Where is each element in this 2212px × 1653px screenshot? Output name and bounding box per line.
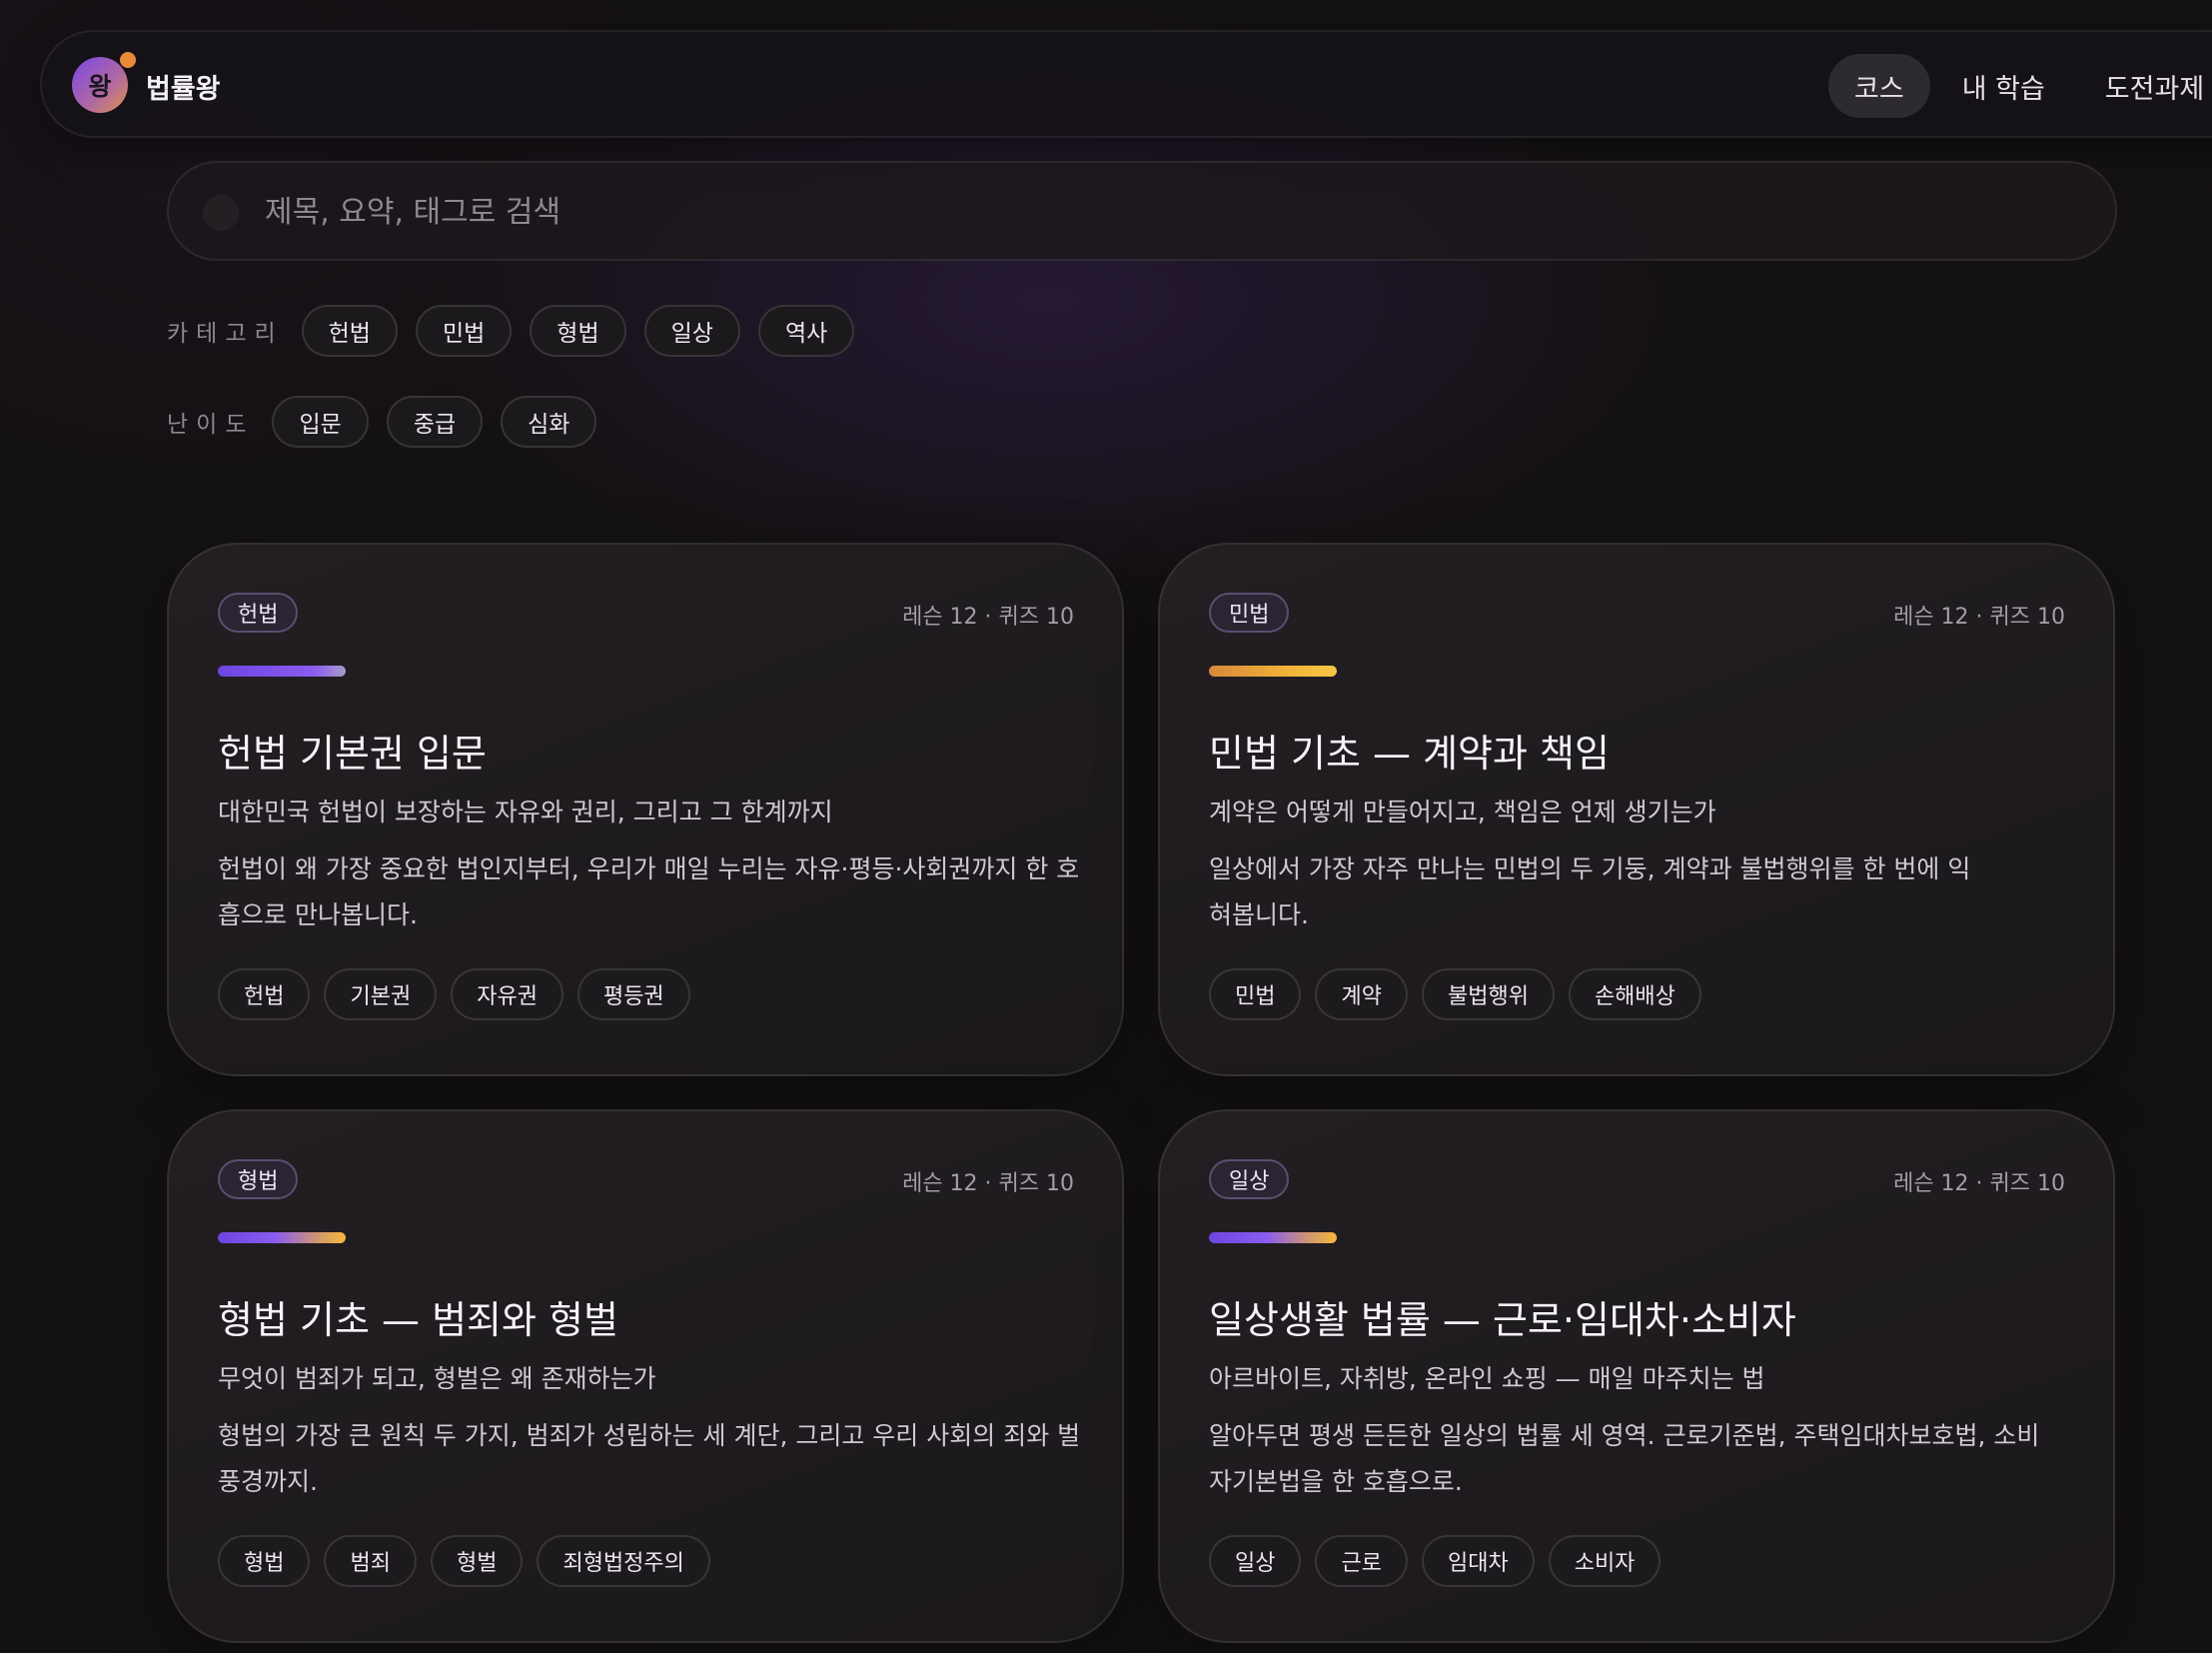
course-category-badge: 일상 xyxy=(1209,1159,1290,1199)
course-tag[interactable]: 계약 xyxy=(1315,968,1408,1020)
course-category-badge: 민법 xyxy=(1209,593,1290,633)
course-meta: 레슨 12 · 퀴즈 10 xyxy=(902,1171,1074,1196)
difficulty-chip[interactable]: 심화 xyxy=(501,396,597,448)
course-card-civil-law[interactable]: 민법 레슨 12 · 퀴즈 10 민법 기초 — 계약과 책임 계약은 어떻게 … xyxy=(1158,543,2115,1076)
course-tag[interactable]: 임대차 xyxy=(1421,1535,1535,1587)
course-tag[interactable]: 범죄 xyxy=(324,1535,417,1587)
category-filter-row: 카테고리 헌법 민법 형법 일상 역사 xyxy=(167,305,872,357)
course-meta: 레슨 12 · 퀴즈 10 xyxy=(902,605,1074,630)
course-accent-bar xyxy=(1209,1232,1337,1243)
course-category-badge: 형법 xyxy=(218,1159,299,1199)
brand-name[interactable]: 법률왕 xyxy=(146,67,221,106)
difficulty-chip[interactable]: 중급 xyxy=(386,396,484,448)
course-accent-bar xyxy=(218,1232,346,1243)
course-subtitle: 아르바이트, 자취방, 온라인 쇼핑 — 매일 마주치는 법 xyxy=(1209,1364,1765,1393)
category-chip[interactable]: 역사 xyxy=(757,305,855,357)
course-meta: 레슨 12 · 퀴즈 10 xyxy=(1893,605,2065,630)
main-nav: 코스 내 학습 도전과제 xyxy=(1828,54,2212,118)
course-title: 일상생활 법률 — 근로·임대차·소비자 xyxy=(1209,1298,1796,1342)
category-chip[interactable]: 형법 xyxy=(530,305,626,357)
top-navigation-bar: 왕 법률왕 코스 내 학습 도전과제 xyxy=(40,30,2212,138)
course-tag[interactable]: 평등권 xyxy=(576,968,690,1020)
course-card-criminal-law[interactable]: 형법 레슨 12 · 퀴즈 10 형법 기초 — 범죄와 형벌 무엇이 범죄가 … xyxy=(167,1109,1124,1643)
category-chip[interactable]: 민법 xyxy=(415,305,513,357)
logo-char: 왕 xyxy=(88,72,112,101)
nav-item-my-learning[interactable]: 내 학습 xyxy=(1936,54,2071,118)
category-chip[interactable]: 헌법 xyxy=(301,305,398,357)
search-bar xyxy=(167,161,2117,261)
course-tag[interactable]: 형법 xyxy=(218,1535,311,1587)
course-description: 형법의 가장 큰 원칙 두 가지, 범죄가 성립하는 세 계단, 그리고 우리 … xyxy=(218,1421,1081,1496)
course-tag[interactable]: 헌법 xyxy=(218,968,311,1020)
course-tags: 일상 근로 임대차 소비자 xyxy=(1209,1535,1674,1587)
course-tag[interactable]: 근로 xyxy=(1315,1535,1408,1587)
category-chip[interactable]: 일상 xyxy=(643,305,740,357)
nav-item-courses[interactable]: 코스 xyxy=(1828,54,1930,118)
search-input[interactable] xyxy=(265,185,2063,239)
course-tags: 헌법 기본권 자유권 평등권 xyxy=(218,968,704,1020)
course-tag[interactable]: 손해배상 xyxy=(1568,968,1701,1020)
course-tag[interactable]: 민법 xyxy=(1209,968,1302,1020)
logo[interactable]: 왕 xyxy=(72,57,128,113)
category-filter-label: 카테고리 xyxy=(167,321,284,347)
course-tag[interactable]: 죄형법정주의 xyxy=(537,1535,710,1587)
course-tag[interactable]: 형벌 xyxy=(430,1535,524,1587)
course-tag[interactable]: 소비자 xyxy=(1548,1535,1661,1587)
course-description: 일상에서 가장 자주 만나는 민법의 두 기둥, 계약과 불법행위를 한 번에 … xyxy=(1209,854,1971,929)
course-subtitle: 대한민국 헌법이 보장하는 자유와 권리, 그리고 그 한계까지 xyxy=(218,798,833,826)
course-title: 민법 기초 — 계약과 책임 xyxy=(1209,732,1610,776)
course-title: 형법 기초 — 범죄와 형벌 xyxy=(218,1298,618,1342)
nav-item-challenges[interactable]: 도전과제 xyxy=(2079,54,2212,118)
course-card-constitution[interactable]: 헌법 레슨 12 · 퀴즈 10 헌법 기본권 입문 대한민국 헌법이 보장하는… xyxy=(167,543,1124,1076)
course-category-badge: 헌법 xyxy=(218,593,299,633)
course-description: 헌법이 왜 가장 중요한 법인지부터, 우리가 매일 누리는 자유·평등·사회권… xyxy=(218,854,1080,929)
difficulty-chip[interactable]: 입문 xyxy=(272,396,369,448)
course-tags: 형법 범죄 형벌 죄형법정주의 xyxy=(218,1535,724,1587)
notification-dot-icon xyxy=(120,52,136,68)
course-tag[interactable]: 불법행위 xyxy=(1421,968,1555,1020)
course-accent-bar xyxy=(218,666,346,677)
difficulty-filter-row: 난이도 입문 중급 심화 xyxy=(167,396,614,448)
course-tag[interactable]: 일상 xyxy=(1209,1535,1302,1587)
course-tag[interactable]: 자유권 xyxy=(451,968,563,1020)
course-tag[interactable]: 기본권 xyxy=(324,968,438,1020)
course-title: 헌법 기본권 입문 xyxy=(218,732,487,776)
difficulty-filter-label: 난이도 xyxy=(167,412,255,438)
course-meta: 레슨 12 · 퀴즈 10 xyxy=(1893,1171,2065,1196)
course-tags: 민법 계약 불법행위 손해배상 xyxy=(1209,968,1715,1020)
course-subtitle: 무엇이 범죄가 되고, 형벌은 왜 존재하는가 xyxy=(218,1364,656,1393)
course-card-everyday-law[interactable]: 일상 레슨 12 · 퀴즈 10 일상생활 법률 — 근로·임대차·소비자 아르… xyxy=(1158,1109,2115,1643)
course-subtitle: 계약은 어떻게 만들어지고, 책임은 언제 생기는가 xyxy=(1209,798,1716,826)
search-icon xyxy=(203,195,239,231)
course-description: 알아두면 평생 든든한 일상의 법률 세 영역. 근로기준법, 주택임대차보호법… xyxy=(1209,1421,2040,1496)
course-accent-bar xyxy=(1209,666,1337,677)
